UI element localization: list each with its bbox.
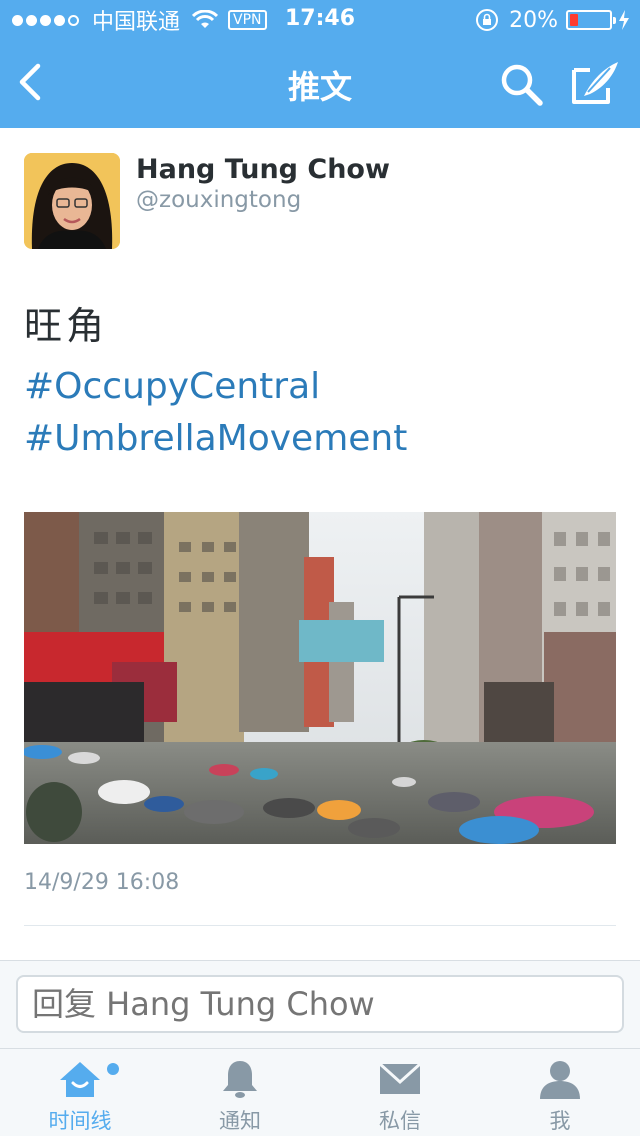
tab-messages[interactable]: 私信 [320, 1049, 480, 1136]
reply-input[interactable] [16, 975, 624, 1033]
compose-tweet-button[interactable] [570, 58, 622, 108]
person-icon [540, 1061, 580, 1099]
tab-me[interactable]: 我 [480, 1049, 640, 1136]
tab-label: 通知 [219, 1109, 261, 1133]
rotation-lock-icon [476, 9, 499, 31]
charging-icon [619, 10, 629, 30]
new-items-badge [107, 1063, 119, 1075]
top-bar: 中国联通 VPN 17:46 20% 推文 [0, 0, 640, 128]
reply-bar [0, 960, 640, 1048]
tweet-timestamp: 14/9/29 16:08 [24, 870, 180, 895]
navigation-bar: 推文 [0, 40, 640, 128]
battery-icon [566, 10, 616, 30]
tweet-photo[interactable] [24, 512, 616, 844]
author-avatar[interactable] [24, 153, 120, 249]
author-name[interactable]: Hang Tung Chow [136, 154, 390, 185]
divider [24, 925, 616, 926]
search-button[interactable] [496, 60, 546, 108]
status-bar: 中国联通 VPN 17:46 20% [0, 0, 640, 40]
tweet-text: 旺角 [24, 304, 109, 348]
tab-bar: 时间线 通知 私信 我 [0, 1048, 640, 1136]
author-handle[interactable]: @zouxingtong [136, 187, 301, 213]
tab-label: 时间线 [48, 1109, 112, 1133]
tab-timeline[interactable]: 时间线 [0, 1049, 160, 1136]
home-icon [60, 1062, 100, 1097]
tab-label: 我 [549, 1109, 571, 1133]
tab-notifications[interactable]: 通知 [160, 1049, 320, 1136]
hashtag-link[interactable]: #OccupyCentral [24, 366, 320, 407]
tab-label: 私信 [379, 1109, 421, 1133]
envelope-icon [378, 1062, 422, 1094]
bell-icon [223, 1061, 257, 1098]
battery-percent: 20% [509, 7, 558, 33]
hashtag-link[interactable]: #UmbrellaMovement [24, 418, 407, 459]
